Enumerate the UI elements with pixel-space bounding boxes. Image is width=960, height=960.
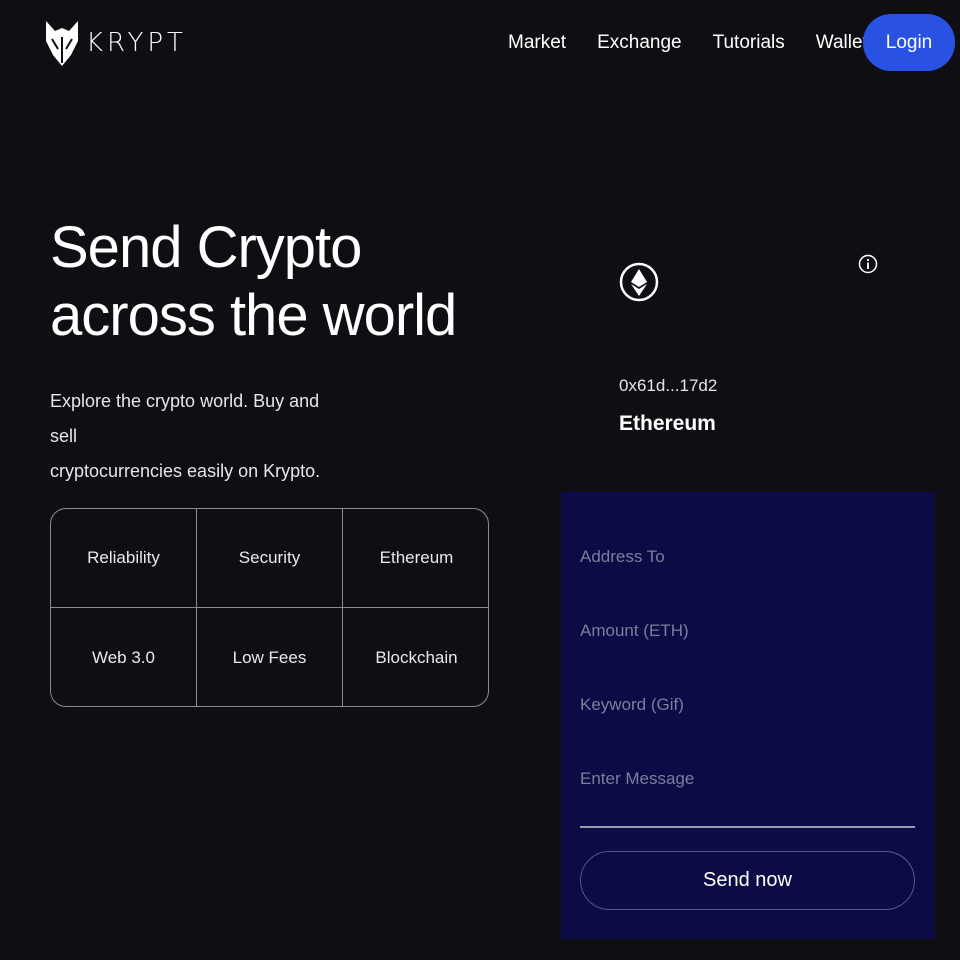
feature-security: Security: [197, 509, 343, 608]
network-name: Ethereum: [619, 412, 716, 435]
navbar: KRYPT Market Exchange Tutorials Wallets …: [0, 0, 960, 88]
hero-subtitle-line1: Explore the crypto world. Buy and sell: [50, 391, 320, 446]
features-grid: Reliability Security Ethereum Web 3.0 Lo…: [50, 508, 489, 707]
form-divider: [580, 826, 915, 828]
feature-reliability: Reliability: [51, 509, 197, 608]
brand-logo[interactable]: KRYPT: [44, 18, 187, 68]
message-input[interactable]: [580, 759, 916, 799]
feature-low-fees: Low Fees: [197, 608, 343, 706]
send-now-button[interactable]: Send now: [580, 851, 915, 910]
nav-links: Market Exchange Tutorials Wallets: [508, 30, 908, 56]
feature-blockchain: Blockchain: [375, 648, 458, 667]
fox-head-icon: [46, 21, 78, 66]
brand-name: KRYPT: [86, 28, 187, 58]
keyword-input[interactable]: [580, 685, 916, 725]
feature-ethereum: Ethereum: [343, 509, 488, 608]
hero-title: Send Crypto across the world: [50, 214, 470, 350]
wallet-address: 0x61d...17d2: [619, 376, 718, 395]
nav-link-market[interactable]: Market: [508, 30, 566, 56]
info-icon[interactable]: [858, 254, 878, 274]
hero-subtitle: Explore the crypto world. Buy and sell c…: [50, 384, 350, 489]
send-form: Send now: [561, 492, 935, 939]
ethereum-card: 0x61d...17d2 Ethereum: [600, 240, 900, 460]
hero-subtitle-line2: cryptocurrencies easily on Krypto.: [50, 461, 321, 481]
login-button[interactable]: Login: [863, 14, 955, 71]
nav-link-tutorials[interactable]: Tutorials: [713, 30, 785, 56]
feature-web3: Web 3.0: [51, 608, 197, 706]
hero-title-line2: across the world: [50, 283, 457, 348]
nav-link-exchange[interactable]: Exchange: [597, 30, 682, 56]
ethereum-icon: [619, 262, 659, 302]
page: KRYPT Market Exchange Tutorials Wallets …: [0, 0, 960, 960]
amount-input[interactable]: [580, 611, 916, 651]
address-input[interactable]: [580, 537, 916, 577]
hero-title-line1: Send Crypto: [50, 215, 362, 280]
